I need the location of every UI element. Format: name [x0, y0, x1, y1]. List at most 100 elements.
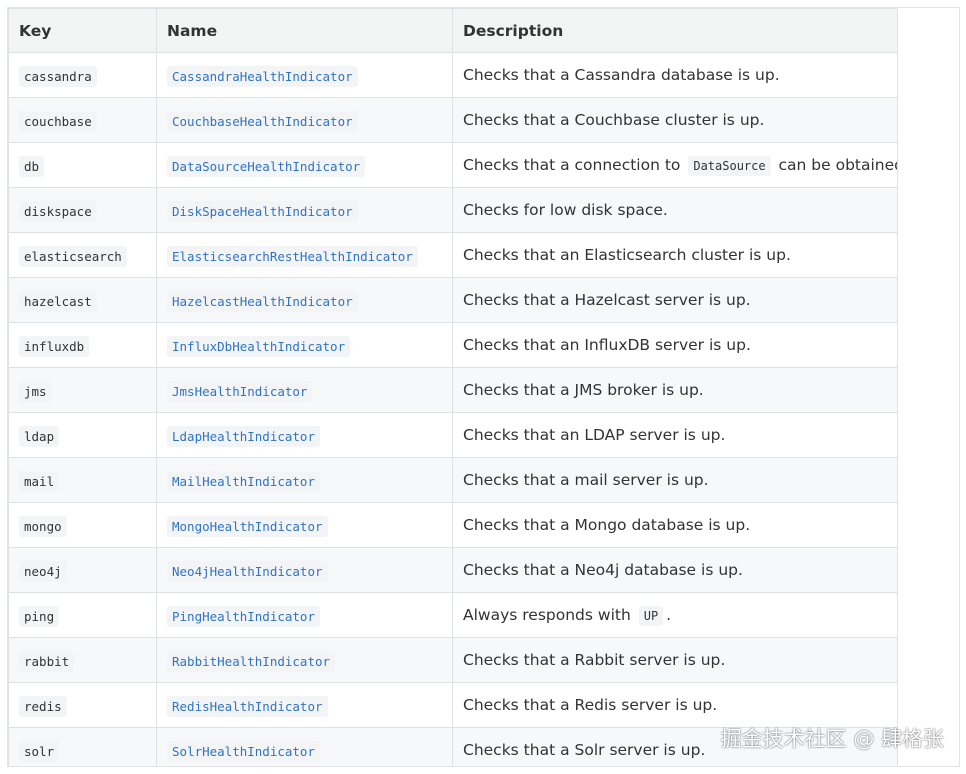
name-cell: DataSourceHealthIndicator: [156, 142, 453, 188]
name-cell: ElasticsearchRestHealthIndicator: [156, 232, 453, 278]
key-cell: mail: [8, 457, 157, 503]
key-code: jms: [19, 380, 52, 402]
key-code: rabbit: [19, 650, 75, 672]
description-cell: Checks that a mail server is up.: [452, 457, 898, 503]
health-indicator-link[interactable]: JmsHealthIndicator: [167, 380, 313, 402]
key-code: influxdb: [19, 335, 90, 357]
health-indicator-link[interactable]: MongoHealthIndicator: [167, 515, 328, 537]
description-text-after: .: [666, 606, 672, 624]
name-cell: Neo4jHealthIndicator: [156, 547, 453, 593]
table-body: cassandra CassandraHealthIndicator Checks …: [8, 52, 898, 766]
health-indicator-link[interactable]: Neo4jHealthIndicator: [167, 560, 328, 582]
key-code: mail: [19, 470, 60, 492]
key-code: redis: [19, 695, 67, 717]
health-indicator-link[interactable]: MailHealthIndicator: [167, 470, 320, 492]
description-text: Checks that a connection to: [463, 156, 681, 174]
table-row: ping PingHealthIndicator Always responds w…: [8, 592, 898, 638]
key-code: ldap: [19, 425, 60, 447]
description-cell: Checks that a Mongo database is up.: [452, 502, 898, 548]
table-row: hazelcast HazelcastHealthIndicator Checks …: [8, 277, 898, 323]
health-indicator-link[interactable]: DataSourceHealthIndicator: [167, 155, 366, 177]
health-indicator-link[interactable]: ElasticsearchRestHealthIndicator: [167, 245, 418, 267]
table-row: redis RedisHealthIndicator Checks that a R…: [8, 682, 898, 728]
key-cell: neo4j: [8, 547, 157, 593]
name-cell: CouchbaseHealthIndicator: [156, 97, 453, 143]
description-cell: Checks that an LDAP server is up.: [452, 412, 898, 458]
table-container: Key Name Description cassandra CassandraH…: [7, 7, 960, 767]
description-cell: Checks for low disk space.: [452, 187, 898, 233]
description-cell: Always responds with UP.: [452, 592, 898, 638]
name-cell: MongoHealthIndicator: [156, 502, 453, 548]
table-row: rabbit RabbitHealthIndicator Checks that a…: [8, 637, 898, 683]
description-text: Checks that a Couchbase cluster is up.: [463, 111, 765, 129]
health-indicator-link[interactable]: PingHealthIndicator: [167, 605, 320, 627]
table-row: elasticsearch ElasticsearchRestHealthIndi…: [8, 232, 898, 278]
description-cell: Checks that a Neo4j database is up.: [452, 547, 898, 593]
description-code: DataSource: [688, 156, 771, 176]
key-cell: ping: [8, 592, 157, 638]
name-cell: CassandraHealthIndicator: [156, 52, 453, 98]
name-cell: RabbitHealthIndicator: [156, 637, 453, 683]
description-cell: Checks that a connection to DataSource c…: [452, 142, 898, 188]
description-text: Checks that a Rabbit server is up.: [463, 651, 726, 669]
health-indicator-link[interactable]: InfluxDbHealthIndicator: [167, 335, 351, 357]
table-row: mail MailHealthIndicator Checks that a mai…: [8, 457, 898, 503]
key-code: couchbase: [19, 110, 97, 132]
table-header: Key Name Description: [8, 8, 898, 53]
name-cell: PingHealthIndicator: [156, 592, 453, 638]
key-cell: cassandra: [8, 52, 157, 98]
description-text: Checks that an Elasticsearch cluster is …: [463, 246, 791, 264]
health-indicator-link[interactable]: HazelcastHealthIndicator: [167, 290, 358, 312]
health-indicator-link[interactable]: CouchbaseHealthIndicator: [167, 110, 358, 132]
table-row: ldap LdapHealthIndicator Checks that an LD…: [8, 412, 898, 458]
health-indicators-table: Key Name Description cassandra CassandraH…: [8, 8, 898, 766]
key-code: diskspace: [19, 200, 97, 222]
key-cell: couchbase: [8, 97, 157, 143]
key-code: mongo: [19, 515, 67, 537]
description-text: Checks for low disk space.: [463, 201, 668, 219]
health-indicator-link[interactable]: RedisHealthIndicator: [167, 695, 328, 717]
description-text: Checks that a JMS broker is up.: [463, 381, 704, 399]
description-text: Checks that a Redis server is up.: [463, 696, 718, 714]
description-code: UP: [638, 606, 664, 626]
health-indicator-link[interactable]: LdapHealthIndicator: [167, 425, 320, 447]
name-cell: DiskSpaceHealthIndicator: [156, 187, 453, 233]
key-cell: influxdb: [8, 322, 157, 368]
health-indicator-link[interactable]: DiskSpaceHealthIndicator: [167, 200, 358, 222]
health-indicator-link[interactable]: RabbitHealthIndicator: [167, 650, 336, 672]
key-cell: mongo: [8, 502, 157, 548]
table-row: couchbase CouchbaseHealthIndicator Checks …: [8, 97, 898, 143]
key-code: neo4j: [19, 560, 67, 582]
description-text: Checks that a mail server is up.: [463, 471, 709, 489]
key-cell: hazelcast: [8, 277, 157, 323]
name-cell: MailHealthIndicator: [156, 457, 453, 503]
column-header-description: Description: [452, 8, 898, 53]
key-cell: db: [8, 142, 157, 188]
description-cell: Checks that an Elasticsearch cluster is …: [452, 232, 898, 278]
key-code: db: [19, 155, 45, 177]
key-cell: jms: [8, 367, 157, 413]
table-row: diskspace DiskSpaceHealthIndicator Checks …: [8, 187, 898, 233]
column-header-name: Name: [156, 8, 453, 53]
table-row: db DataSourceHealthIndicator Checks that a…: [8, 142, 898, 188]
key-cell: diskspace: [8, 187, 157, 233]
key-cell: solr: [8, 727, 157, 766]
description-cell: Checks that a Rabbit server is up.: [452, 637, 898, 683]
header-row: Key Name Description: [8, 8, 898, 53]
health-indicator-link[interactable]: CassandraHealthIndicator: [167, 65, 358, 87]
description-cell: Checks that a Couchbase cluster is up.: [452, 97, 898, 143]
name-cell: RedisHealthIndicator: [156, 682, 453, 728]
key-code: ping: [19, 605, 60, 627]
description-cell: Checks that a Redis server is up.: [452, 682, 898, 728]
description-text: Always responds with: [463, 606, 631, 624]
key-cell: rabbit: [8, 637, 157, 683]
name-cell: HazelcastHealthIndicator: [156, 277, 453, 323]
description-text: Checks that an InfluxDB server is up.: [463, 336, 751, 354]
description-text-after: can be obtained.: [778, 156, 898, 174]
description-text: Checks that a Neo4j database is up.: [463, 561, 743, 579]
table-row: cassandra CassandraHealthIndicator Checks …: [8, 52, 898, 98]
column-header-key: Key: [8, 8, 157, 53]
table-row: influxdb InfluxDbHealthIndicator Checks th…: [8, 322, 898, 368]
description-text: Checks that an LDAP server is up.: [463, 426, 726, 444]
health-indicator-link[interactable]: SolrHealthIndicator: [167, 740, 320, 762]
